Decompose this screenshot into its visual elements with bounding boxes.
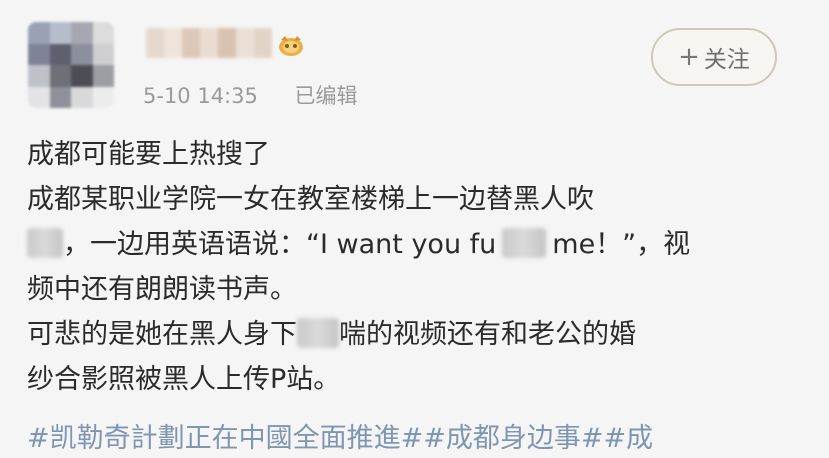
content-segment: 喘的视频还有和老公的婚 [339,319,636,350]
plus-icon: + [678,42,700,72]
post-meta: 5-10 14:35 已编辑 [143,80,358,110]
content-line: 频中还有朗朗读书声。 [27,274,297,305]
content-line: 可悲的是她在黑人身下 喘的视频还有和老公的婚 [27,312,817,357]
content-segment: ，一边用英语语说：“I want you fu [63,229,497,260]
follow-button[interactable]: + 关注 [651,28,777,86]
content-line: 成都可能要上热搜了 [27,139,270,170]
hashtags[interactable]: #凯勒奇計劃正在中國全面推進##成都身边事##成 [27,416,653,455]
content-segment: 可悲的是她在黑人身下 [27,319,297,350]
censor-blur [297,317,339,348]
censor-blur [27,227,63,258]
avatar[interactable] [28,22,114,108]
username[interactable] [146,28,272,58]
post-card: 5-10 14:35 已编辑 + 关注 成都可能要上热搜了 成都某职业学院一女在… [0,0,829,458]
content-segment: me！”，视 [552,229,691,260]
content-line: ，一边用英语语说：“I want you fu me！”，视 [27,222,817,267]
edited-label[interactable]: 已编辑 [295,84,358,108]
post-timestamp: 5-10 14:35 [143,84,258,108]
content-line: 成都某职业学院一女在教室楼梯上一边替黑人吹 [27,184,594,215]
follow-label: 关注 [703,47,750,73]
censor-blur [502,227,547,258]
post-content: 成都可能要上热搜了 成都某职业学院一女在教室楼梯上一边替黑人吹 ，一边用英语语说… [27,132,817,402]
vip-badge-icon [279,36,303,56]
content-line: 纱合影照被黑人上传P站。 [27,364,341,395]
